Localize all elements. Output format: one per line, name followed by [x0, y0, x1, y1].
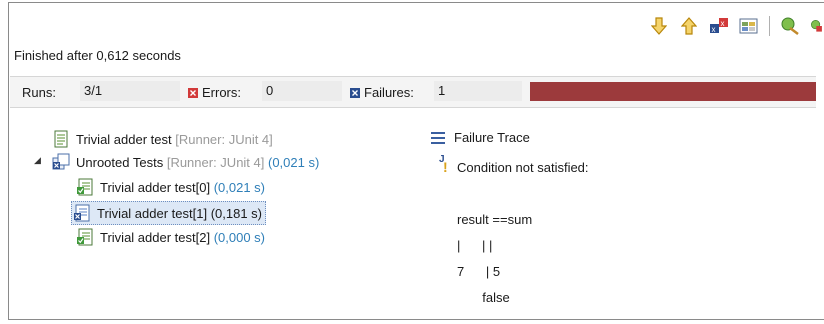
- runs-value: 3/1: [80, 81, 180, 101]
- tree-item-unrooted-tests[interactable]: Unrooted Tests [Runner: JUnit 4] (0,021 …: [52, 151, 319, 173]
- scroll-lock-icon: [739, 18, 758, 34]
- errors-value: 0: [262, 81, 342, 101]
- show-failures-only-button[interactable]: x x: [709, 16, 729, 36]
- next-failure-button[interactable]: [649, 16, 669, 36]
- rerun-test-button[interactable]: [780, 16, 800, 36]
- svg-text:x: x: [712, 25, 716, 34]
- rerun-failures-first-icon: [811, 20, 822, 32]
- rerun-failures-first-button[interactable]: [810, 16, 824, 36]
- test-suite-failed-icon: [52, 153, 70, 170]
- errors-label: Errors:: [188, 85, 241, 100]
- stack-trace-icon: [431, 131, 445, 144]
- trace-line: result ==sum: [457, 212, 533, 227]
- trace-line: Condition not satisfied:: [457, 160, 589, 175]
- failure-trace-header: Failure Trace: [430, 130, 530, 145]
- test-progress-bar: [530, 82, 816, 101]
- expand-toggle-icon[interactable]: ◢: [34, 155, 41, 166]
- svg-text:x: x: [721, 19, 725, 28]
- trace-line: | | |: [457, 238, 493, 253]
- runs-label: Runs:: [22, 85, 56, 100]
- previous-failure-arrow-up-icon: [681, 17, 697, 35]
- junit-toolbar: x x: [649, 14, 824, 38]
- tree-item-test[interactable]: Trivial adder test[2] (0,000 s): [76, 226, 265, 248]
- junit-failure-icon: J !: [439, 154, 448, 174]
- test-failed-icon: [74, 204, 90, 222]
- finished-status: Finished after 0,612 seconds: [14, 48, 181, 63]
- test-passed-icon: [77, 178, 93, 196]
- svg-text:!: !: [443, 159, 448, 174]
- previous-failure-button[interactable]: [679, 16, 699, 36]
- next-failure-arrow-down-icon: [651, 17, 667, 35]
- scroll-lock-button[interactable]: [739, 16, 759, 36]
- tree-item-test[interactable]: Trivial adder test[0] (0,021 s): [76, 176, 265, 198]
- failure-trace-title: Failure Trace: [454, 130, 530, 145]
- rerun-test-icon: [781, 17, 799, 35]
- toolbar-separator: [769, 16, 770, 36]
- tree-item-test-selected[interactable]: Trivial adder test[1] (0,181 s): [71, 201, 266, 225]
- trace-line: false: [457, 290, 510, 305]
- test-passed-icon: [77, 228, 93, 246]
- failures-label: Failures:: [350, 85, 414, 100]
- test-suite-icon: [54, 130, 68, 148]
- trace-line: 7 | 5: [457, 264, 501, 279]
- failures-value: 1: [434, 81, 522, 101]
- counters-bar: Runs: 3/1 Errors: 0 Failures: 1: [10, 76, 816, 108]
- tree-item-root-suite[interactable]: Trivial adder test [Runner: JUnit 4]: [52, 128, 273, 150]
- show-failures-only-icon: x x: [710, 18, 728, 34]
- error-icon: [188, 87, 198, 98]
- failure-icon: [350, 87, 360, 98]
